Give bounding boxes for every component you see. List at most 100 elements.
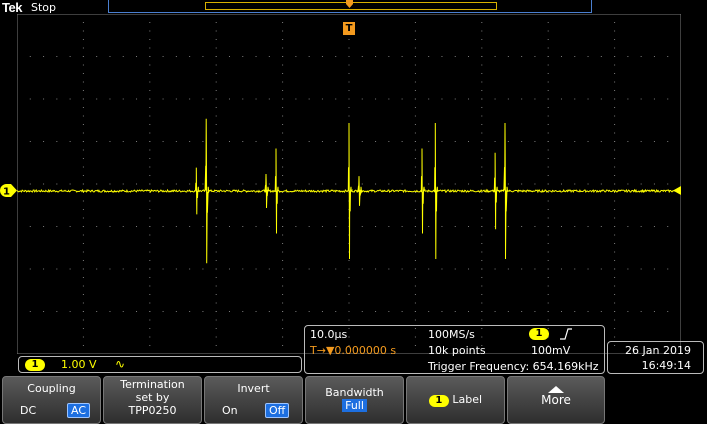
grid-dot	[215, 302, 217, 304]
grid-dot	[348, 115, 350, 117]
invert-button[interactable]: Invert On Off	[204, 376, 303, 424]
grid-dot	[43, 311, 45, 312]
grid-dot	[547, 158, 549, 159]
grid-dot	[215, 285, 217, 287]
grid-dot	[667, 56, 669, 57]
grid-dot	[215, 166, 217, 168]
grid-dot	[282, 14, 284, 15]
acquisition-readout[interactable]: 10.0µs 100MS/s 1 T→▼0.000000 s 10k point…	[304, 325, 605, 374]
grid-dot	[43, 141, 45, 142]
more-button[interactable]: More	[507, 376, 605, 424]
grid-dot	[82, 285, 84, 287]
grid-dot	[348, 81, 350, 83]
grid-dot	[321, 98, 323, 100]
grid-dot	[600, 98, 602, 100]
grid-dot	[82, 30, 84, 32]
termination-button[interactable]: Termination set by TPP0250	[103, 376, 202, 424]
grid-dot	[17, 268, 18, 270]
grid-dot	[122, 311, 124, 312]
grid-dot	[282, 217, 284, 219]
waveform-graticule[interactable]	[17, 14, 681, 354]
channel1-readout[interactable]: 1 1.00 V ∿	[18, 356, 302, 373]
grid-dot	[122, 268, 124, 270]
grid-dot	[494, 98, 496, 100]
grid-dot	[202, 141, 204, 142]
grid-dot	[441, 98, 443, 100]
grid-dot	[82, 277, 84, 278]
grid-dot	[215, 64, 217, 66]
grid-dot	[228, 141, 230, 142]
bandwidth-button[interactable]: Bandwidth Full	[305, 376, 404, 424]
grid-dot	[375, 311, 377, 312]
grid-dot	[149, 311, 151, 312]
grid-dot	[481, 149, 483, 151]
grid-dot	[149, 243, 151, 244]
coupling-dc-option[interactable]: DC	[20, 404, 36, 417]
termination-line3: TPP0250	[128, 404, 177, 417]
grid-dot	[614, 328, 616, 329]
grid-dot	[295, 98, 297, 100]
grid-dot	[481, 124, 483, 125]
grid-dot	[202, 56, 204, 57]
grid-dot	[82, 336, 84, 338]
grid-dot	[680, 98, 681, 100]
grid-dot	[82, 209, 84, 210]
trigger-level-icon[interactable]	[672, 186, 681, 195]
label-button[interactable]: 1 Label	[406, 376, 505, 424]
grid-dot	[335, 311, 337, 312]
datetime-readout[interactable]: 26 Jan 2019 16:49:14	[607, 341, 704, 374]
grid-dot	[481, 192, 483, 193]
grid-dot	[149, 98, 151, 100]
grid-dot	[82, 149, 84, 151]
grid-dot	[614, 132, 616, 134]
grid-dot	[122, 226, 124, 227]
grid-dot	[189, 268, 191, 270]
grid-dot	[534, 141, 536, 142]
grid-dot	[481, 14, 483, 15]
invert-on-option[interactable]: On	[222, 404, 238, 417]
grid-dot	[507, 311, 509, 312]
grid-dot	[667, 183, 669, 185]
coupling-button[interactable]: Coupling DC AC	[2, 376, 101, 424]
grid-dot	[401, 226, 403, 227]
grid-dot	[640, 226, 642, 227]
coupling-ac-option[interactable]: AC	[67, 403, 91, 418]
grid-dot	[348, 107, 350, 108]
grid-dot	[215, 98, 217, 100]
grid-dot	[653, 226, 655, 227]
channel1-ground-marker[interactable]: 1	[0, 184, 17, 197]
brand-logo: Tek	[2, 0, 22, 15]
grid-dot	[481, 30, 483, 32]
grid-dot	[149, 175, 151, 176]
grid-dot	[228, 98, 230, 100]
grid-dot	[109, 56, 111, 57]
grid-dot	[574, 98, 576, 100]
invert-off-option[interactable]: Off	[265, 403, 290, 418]
grid-dot	[82, 319, 84, 321]
grid-dot	[282, 319, 284, 321]
grid-dot	[215, 149, 217, 151]
grid-dot	[295, 268, 297, 270]
run-state-label: Stop	[31, 1, 57, 14]
grid-dot	[414, 56, 416, 57]
grid-dot	[149, 141, 151, 142]
grid-dot	[96, 311, 98, 312]
grid-dot	[414, 39, 416, 40]
trigger-position-icon	[346, 0, 353, 8]
grid-dot	[136, 141, 138, 142]
grid-dot	[414, 47, 416, 49]
grid-dot	[414, 166, 416, 168]
grid-dot	[82, 132, 84, 134]
grid-dot	[69, 226, 71, 227]
grid-dot	[574, 141, 576, 142]
grid-dot	[109, 226, 111, 227]
grid-dot	[574, 226, 576, 227]
grid-dot	[454, 141, 456, 142]
grid-dot	[82, 141, 84, 142]
grid-dot	[175, 141, 177, 142]
grid-dot	[348, 56, 350, 57]
grid-dot	[136, 226, 138, 227]
grid-dot	[268, 56, 270, 57]
grid-dot	[109, 183, 111, 185]
trigger-marker[interactable]: T	[343, 22, 355, 35]
